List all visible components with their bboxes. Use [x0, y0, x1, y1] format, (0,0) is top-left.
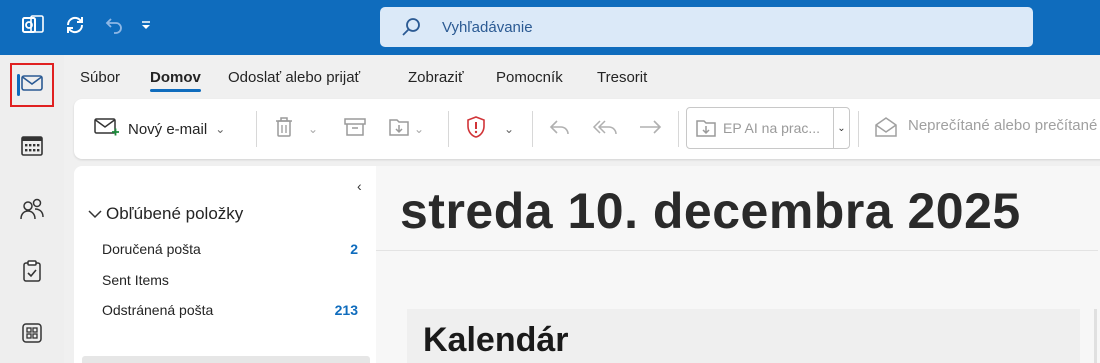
divider: [376, 250, 1098, 251]
search-input[interactable]: Vyhľadávanie: [380, 7, 1033, 47]
chevron-down-icon[interactable]: ⌄: [414, 122, 424, 136]
calendar-card-title: Kalendár: [423, 321, 569, 359]
reply-all-icon: [592, 117, 620, 142]
tab-home[interactable]: Domov: [150, 69, 201, 92]
folder-inbox[interactable]: Doručená pošta 2: [102, 241, 358, 257]
menu-tabs: Súbor Domov Odoslať alebo prijať Zobrazi…: [64, 55, 1100, 99]
chevron-down-icon[interactable]: ⌄: [215, 122, 225, 136]
ribbon-divider: [532, 111, 533, 147]
rail-tasks[interactable]: [10, 251, 54, 295]
ribbon-divider: [858, 111, 859, 147]
archive-icon: [344, 117, 366, 142]
tab-send-receive[interactable]: Odoslať alebo prijať: [228, 69, 360, 86]
favorites-label: Obľúbené položky: [106, 204, 244, 223]
folder-pane: ‹ Obľúbené položky Doručená pošta 2 Sent…: [74, 166, 376, 363]
favorites-header[interactable]: Obľúbené položky: [88, 204, 243, 224]
folder-label: Doručená pošta: [102, 241, 201, 257]
search-icon: [400, 16, 422, 38]
move-button[interactable]: ⌄: [388, 113, 424, 145]
collapse-pane-icon[interactable]: ‹: [357, 178, 362, 194]
calendar-card[interactable]: Kalendár: [407, 309, 1080, 363]
rail-people[interactable]: [10, 189, 54, 233]
delete-button[interactable]: ⌄: [274, 113, 318, 145]
chevron-down-icon[interactable]: ⌄: [833, 108, 849, 148]
ribbon-divider: [678, 111, 679, 147]
report-button[interactable]: ⌄: [464, 113, 514, 145]
unread-count: 2: [350, 241, 358, 257]
ribbon-divider: [256, 111, 257, 147]
sync-icon[interactable]: [62, 12, 88, 38]
folder-label: Odstránená pošta: [102, 302, 214, 318]
outlook-logo-icon[interactable]: [20, 12, 46, 38]
new-email-label: Nový e-mail: [128, 120, 208, 138]
chevron-down-icon: [88, 204, 102, 224]
rail-calendar[interactable]: [10, 126, 54, 170]
quick-step-label: EP AI na prac...: [723, 120, 821, 136]
new-email-button[interactable]: Nový e-mail ⌄: [94, 113, 225, 145]
reply-all-button[interactable]: [592, 113, 620, 145]
folder-sent-items[interactable]: Sent Items: [102, 272, 358, 288]
reply-button[interactable]: [548, 113, 572, 145]
open-envelope-icon: [874, 116, 898, 143]
apps-grid-icon: [21, 322, 43, 349]
ribbon-toolbar: Nový e-mail ⌄ ⌄ ⌄ ⌄ EP AI na prac... ⌄ N…: [74, 99, 1100, 159]
undo-icon[interactable]: [102, 12, 128, 38]
tab-tresorit[interactable]: Tresorit: [597, 69, 647, 86]
app-rail: [0, 55, 64, 363]
unread-count: 213: [334, 302, 358, 318]
chevron-down-icon[interactable]: ⌄: [504, 122, 514, 136]
move-to-folder-icon: [695, 117, 719, 144]
search-placeholder: Vyhľadávanie: [442, 19, 533, 36]
calendar-icon: [20, 134, 44, 163]
date-heading: streda 10. decembra 2025: [400, 183, 1021, 239]
forward-icon: [638, 117, 664, 142]
mail-icon: [20, 73, 44, 98]
shield-alert-icon: [464, 115, 488, 144]
rail-mail[interactable]: [10, 63, 54, 107]
tab-view[interactable]: Zobraziť: [408, 69, 464, 86]
new-mail-icon: [94, 116, 120, 143]
folder-label: Sent Items: [102, 272, 169, 288]
main-content: streda 10. decembra 2025 Kalendár: [376, 166, 1100, 363]
rail-apps[interactable]: [10, 313, 54, 357]
tab-file[interactable]: Súbor: [80, 69, 120, 86]
reply-icon: [548, 117, 572, 142]
chevron-down-icon[interactable]: ⌄: [308, 122, 318, 136]
clipboard-check-icon: [21, 259, 43, 288]
ribbon-divider: [448, 111, 449, 147]
trash-icon: [274, 116, 294, 143]
forward-button[interactable]: [638, 113, 664, 145]
scrollbar[interactable]: [1094, 309, 1097, 363]
archive-button[interactable]: [344, 113, 366, 145]
people-icon: [19, 197, 45, 226]
move-to-folder-icon: [388, 116, 412, 143]
unread-read-button[interactable]: Neprečítané alebo prečítané: [908, 117, 1097, 134]
title-bar: Vyhľadávanie: [0, 0, 1100, 55]
quick-steps-dropdown[interactable]: EP AI na prac... ⌄: [686, 107, 850, 149]
tab-help[interactable]: Pomocník: [496, 69, 563, 86]
folder-deleted-items[interactable]: Odstránená pošta 213: [102, 302, 358, 318]
folder-group-divider: [82, 356, 370, 363]
customize-dropdown-icon[interactable]: [136, 12, 156, 38]
